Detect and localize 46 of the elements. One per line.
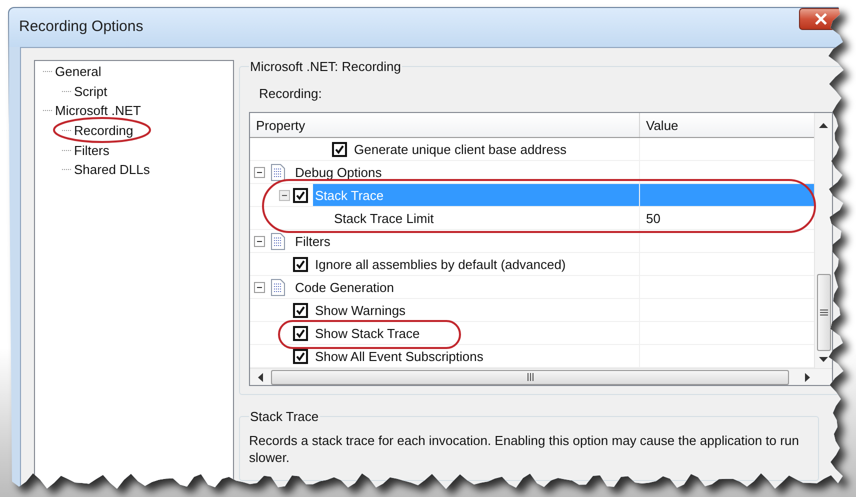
checkbox[interactable] <box>293 326 308 340</box>
tree-item[interactable]: Filters <box>74 142 110 158</box>
group-title: Stack Trace <box>249 409 320 424</box>
up-arrow-icon[interactable] <box>819 123 828 128</box>
tree-item[interactable]: Script <box>74 84 108 99</box>
checkbox[interactable] <box>293 302 308 318</box>
collapse-icon[interactable] <box>254 236 265 246</box>
tree-item[interactable]: Recording <box>74 123 134 138</box>
document-icon <box>270 164 286 180</box>
tree-item[interactable]: Microsoft .NET <box>55 103 141 118</box>
checkbox[interactable] <box>332 142 347 156</box>
setting-value[interactable]: 50 <box>646 210 660 226</box>
document-icon <box>270 278 286 296</box>
tree-item[interactable]: General <box>55 64 102 80</box>
option-label[interactable]: Show Stack Trace <box>313 322 639 344</box>
collapse-icon[interactable] <box>254 282 265 292</box>
category-label[interactable]: Filters <box>293 230 639 252</box>
tree-item[interactable]: Shared DLLs <box>74 162 150 178</box>
option-label[interactable]: Show All Event Subscriptions <box>313 345 639 367</box>
scrollbar-thumb[interactable] <box>271 370 789 384</box>
option-label[interactable]: Generate unique client base address <box>352 138 639 160</box>
document-icon <box>270 232 286 250</box>
left-arrow-icon[interactable] <box>258 372 263 382</box>
checkbox[interactable] <box>293 188 308 202</box>
collapse-icon[interactable] <box>254 166 265 178</box>
group-title: Microsoft .NET: Recording <box>249 59 402 74</box>
field-label: Recording: <box>259 86 323 101</box>
vertical-scrollbar[interactable] <box>814 113 832 368</box>
option-label[interactable]: Ignore all assemblies by default (advanced) <box>313 253 639 275</box>
down-arrow-icon[interactable] <box>819 357 828 362</box>
scrollbar-thumb[interactable] <box>816 274 830 351</box>
horizontal-scrollbar[interactable] <box>250 368 832 385</box>
checkbox[interactable] <box>293 256 308 272</box>
category-label[interactable]: Debug Options <box>293 161 639 183</box>
column-header[interactable]: Property <box>250 113 640 137</box>
setting-label[interactable]: Stack Trace Limit <box>332 207 639 229</box>
category-label[interactable]: Code Generation <box>293 276 639 298</box>
collapse-icon[interactable] <box>279 190 290 200</box>
value-cell[interactable] <box>640 184 814 206</box>
window-title: Recording Options <box>19 18 144 35</box>
checkbox[interactable] <box>293 348 308 364</box>
column-header[interactable]: Value <box>640 113 814 137</box>
description-text: Records a stack trace for each invocation. Enabling this option may cause the application to run slower. <box>249 432 800 466</box>
right-arrow-icon[interactable] <box>805 372 810 382</box>
close-icon[interactable] <box>799 8 843 30</box>
option-label[interactable]: Show Warnings <box>313 299 639 321</box>
